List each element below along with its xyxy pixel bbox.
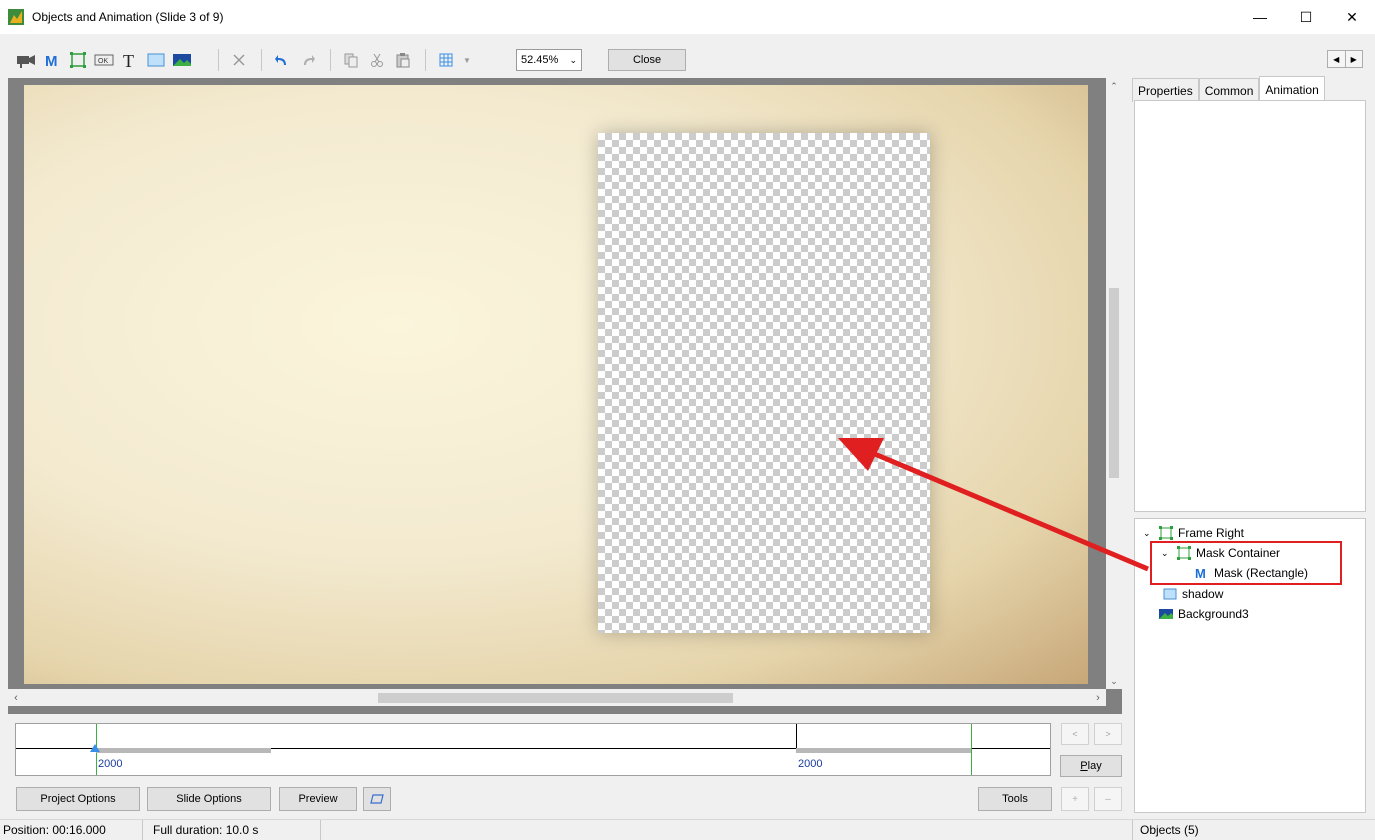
ok-button-icon[interactable]: OK [92, 48, 116, 72]
paste-icon[interactable] [391, 48, 415, 72]
scroll-right-icon[interactable]: › [1090, 689, 1106, 706]
frame-icon[interactable] [66, 48, 90, 72]
horizontal-scroll-thumb[interactable] [378, 693, 733, 703]
close-button[interactable]: Close [608, 49, 686, 71]
image-icon[interactable] [170, 48, 194, 72]
status-objects: Objects (5) [1140, 823, 1199, 837]
timeline[interactable]: 2000 2000 [15, 723, 1051, 776]
toolbar-separator [261, 49, 262, 71]
window-controls: — ☐ ✕ [1237, 0, 1375, 34]
slide-canvas[interactable]: ⌃ ⌄ ‹ › [8, 78, 1122, 714]
highlight-annotation-box [1150, 541, 1342, 585]
zoom-select[interactable]: 52.45% ⌄ [516, 49, 582, 71]
chevron-down-icon[interactable]: ⌄ [1143, 528, 1155, 539]
prev-keyframe-button[interactable]: < [1061, 723, 1089, 745]
chevron-down-icon: ⌄ [569, 54, 577, 65]
redo-icon[interactable] [296, 48, 320, 72]
close-window-button[interactable]: ✕ [1329, 0, 1375, 34]
status-separator [1132, 820, 1133, 840]
zoom-value: 52.45% [521, 54, 559, 66]
window-title: Objects and Animation (Slide 3 of 9) [32, 10, 224, 24]
screen-icon[interactable] [363, 787, 391, 811]
project-options-button[interactable]: Project Options [16, 787, 140, 811]
panel-nav-arrows: ◀ ▶ [1327, 50, 1363, 68]
play-mnemonic: P [1080, 760, 1088, 772]
tree-item-label: shadow [1182, 587, 1224, 601]
mask-rectangle[interactable] [598, 133, 930, 633]
toolbar-separator [218, 49, 219, 71]
properties-tabs: Properties Common Animation [1132, 76, 1325, 102]
timeline-start-label: 2000 [98, 758, 123, 770]
vertical-scrollbar[interactable]: ⌃ ⌄ [1106, 78, 1122, 689]
tree-item-background3[interactable]: Background3 [1159, 604, 1249, 624]
tab-properties[interactable]: Properties [1132, 78, 1199, 102]
camera-icon[interactable] [14, 48, 38, 72]
timeline-transition-bar [796, 748, 971, 753]
play-label: lay [1087, 760, 1102, 772]
status-separator [320, 820, 321, 840]
tree-item-frame-right[interactable]: ⌄ Frame Right [1143, 523, 1244, 543]
arrow-right-icon[interactable]: ▶ [1344, 51, 1363, 67]
svg-text:T: T [123, 51, 134, 69]
app-icon [8, 9, 24, 25]
mask-icon[interactable]: M [40, 48, 64, 72]
add-keyframe-button[interactable]: + [1061, 787, 1089, 811]
text-icon[interactable]: T [118, 48, 142, 72]
undo-icon[interactable] [270, 48, 294, 72]
copy-icon[interactable] [339, 48, 363, 72]
play-button[interactable]: Play [1060, 755, 1122, 777]
timeline-end-marker [971, 724, 972, 775]
animation-panel [1134, 100, 1366, 512]
rectangle-icon [1163, 587, 1177, 601]
tree-item-shadow[interactable]: shadow [1163, 584, 1223, 604]
remove-keyframe-button[interactable]: – [1094, 787, 1122, 811]
toolbar-separator [425, 49, 426, 71]
tab-common[interactable]: Common [1198, 78, 1260, 102]
tree-item-label: Background3 [1178, 607, 1249, 621]
status-separator [142, 820, 143, 840]
scroll-up-icon[interactable]: ⌃ [1106, 78, 1122, 94]
tools-button[interactable]: Tools [978, 787, 1052, 811]
toolbar-separator [330, 49, 331, 71]
scroll-left-icon[interactable]: ‹ [8, 689, 24, 706]
delete-icon[interactable] [227, 48, 251, 72]
slide-background[interactable] [24, 85, 1088, 684]
vertical-scroll-thumb[interactable] [1109, 288, 1119, 478]
tree-item-label: Frame Right [1178, 526, 1245, 540]
maximize-button[interactable]: ☐ [1283, 0, 1329, 34]
status-bar: Position: 00:16.000 Full duration: 10.0 … [0, 819, 1375, 840]
status-position: Position: 00:16.000 [3, 823, 106, 837]
rectangle-icon[interactable] [144, 48, 168, 72]
status-duration: Full duration: 10.0 s [153, 823, 259, 837]
image-icon [1159, 607, 1173, 621]
slide-options-button[interactable]: Slide Options [147, 787, 271, 811]
tab-animation[interactable]: Animation [1259, 76, 1325, 102]
grid-dropdown-icon[interactable]: ▼ [460, 48, 474, 72]
scroll-down-icon[interactable]: ⌄ [1106, 673, 1122, 689]
title-bar: Objects and Animation (Slide 3 of 9) — ☐… [0, 0, 1375, 34]
timeline-end-label: 2000 [798, 758, 823, 770]
grid-icon[interactable] [434, 48, 458, 72]
next-keyframe-button[interactable]: > [1094, 723, 1122, 745]
arrow-left-icon[interactable]: ◀ [1328, 51, 1345, 67]
svg-text:OK: OK [98, 58, 108, 65]
frame-icon [1159, 526, 1173, 540]
timeline-transition-bar [96, 748, 271, 753]
preview-button[interactable]: Preview [279, 787, 357, 811]
svg-text:M: M [45, 53, 58, 68]
cut-icon[interactable] [365, 48, 389, 72]
playhead-marker[interactable] [90, 744, 100, 752]
toolbar: M OK T ▼ 52.45% ⌄ Close [0, 44, 1375, 76]
minimize-button[interactable]: — [1237, 0, 1283, 34]
horizontal-scrollbar[interactable]: ‹ › [8, 689, 1106, 706]
